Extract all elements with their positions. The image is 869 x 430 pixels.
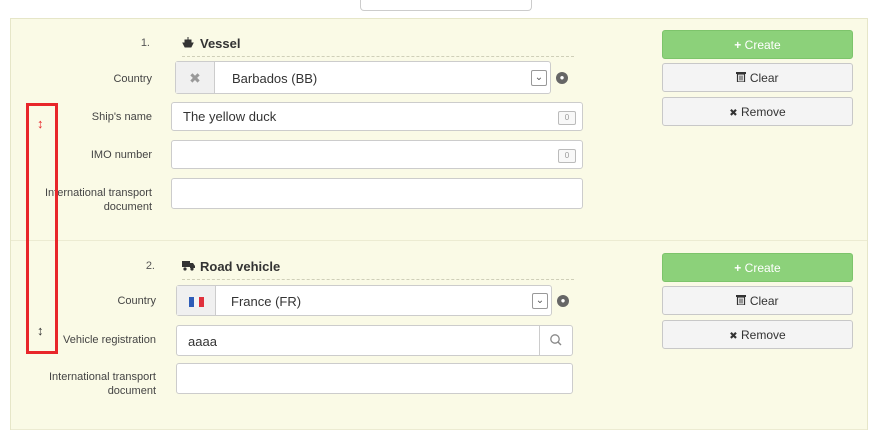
ship-name-value: The yellow duck <box>183 109 277 124</box>
search-icon <box>550 334 562 346</box>
create-button[interactable]: + Create <box>662 253 853 282</box>
clear-selection-icon[interactable]: ✖ <box>176 62 215 93</box>
vehicle-registration-input[interactable]: aaaa <box>176 325 573 356</box>
france-flag-icon <box>177 286 216 315</box>
trash-icon <box>736 294 749 308</box>
label-line: International transport <box>48 371 156 383</box>
character-counter: 0 <box>558 111 576 125</box>
label-line: document <box>107 385 156 397</box>
resize-handle-icon[interactable]: ↕ <box>37 323 44 338</box>
transport-document-input[interactable] <box>176 363 573 394</box>
clear-button[interactable]: Clear <box>662 286 853 315</box>
globe-icon[interactable]: ● <box>556 72 568 84</box>
clear-label: Clear <box>749 294 779 308</box>
section-separator <box>11 240 867 241</box>
remove-button[interactable]: ✖ Remove <box>662 97 853 126</box>
section-heading-road-vehicle: Road vehicle <box>182 259 574 280</box>
create-label: Create <box>744 38 781 52</box>
ship-name-label: Ship's name <box>91 111 152 123</box>
vehicle-registration-value: aaaa <box>188 334 217 349</box>
ship-name-input[interactable]: The yellow duck 0 <box>171 102 583 131</box>
search-button[interactable] <box>539 326 572 355</box>
truck-icon <box>182 259 196 274</box>
remove-label: Remove <box>741 328 786 342</box>
vehicle-registration-label: Vehicle registration <box>63 334 156 346</box>
top-tab-stub <box>360 0 532 11</box>
country-select[interactable]: ✖ Barbados (BB) <box>175 61 551 94</box>
close-icon: ✖ <box>729 331 738 342</box>
country-value: Barbados (BB) <box>232 71 318 86</box>
transport-document-label: International transport document <box>40 370 156 398</box>
create-label: Create <box>744 261 781 275</box>
globe-icon[interactable]: ● <box>557 295 569 307</box>
highlight-annotation <box>26 103 58 354</box>
section-number: 2. <box>145 260 155 272</box>
imo-number-input[interactable]: 0 <box>171 140 583 169</box>
create-button[interactable]: + Create <box>662 30 853 59</box>
close-icon: ✖ <box>729 108 738 119</box>
plus-icon: + <box>734 38 742 52</box>
country-label: Country <box>117 295 156 307</box>
transport-document-input[interactable] <box>171 178 583 209</box>
remove-button[interactable]: ✖ Remove <box>662 320 853 349</box>
imo-number-label: IMO number <box>90 149 152 161</box>
section-number: 1. <box>140 37 150 49</box>
country-select[interactable]: France (FR) <box>176 285 552 316</box>
clear-button[interactable]: Clear <box>662 63 853 92</box>
chevron-down-icon[interactable]: ⌄ <box>532 293 548 309</box>
ship-icon <box>182 36 196 51</box>
resize-handle-icon[interactable]: ↕ <box>37 116 44 131</box>
country-value: France (FR) <box>231 294 302 309</box>
country-label: Country <box>113 73 152 85</box>
clear-label: Clear <box>749 71 779 85</box>
section-title: Road vehicle <box>200 259 281 274</box>
plus-icon: + <box>734 261 742 275</box>
character-counter: 0 <box>558 149 576 163</box>
section-title: Vessel <box>200 36 241 51</box>
remove-label: Remove <box>741 105 786 119</box>
section-heading-vessel: Vessel <box>182 36 574 57</box>
trash-icon <box>736 71 749 85</box>
chevron-down-icon[interactable]: ⌄ <box>531 70 547 86</box>
